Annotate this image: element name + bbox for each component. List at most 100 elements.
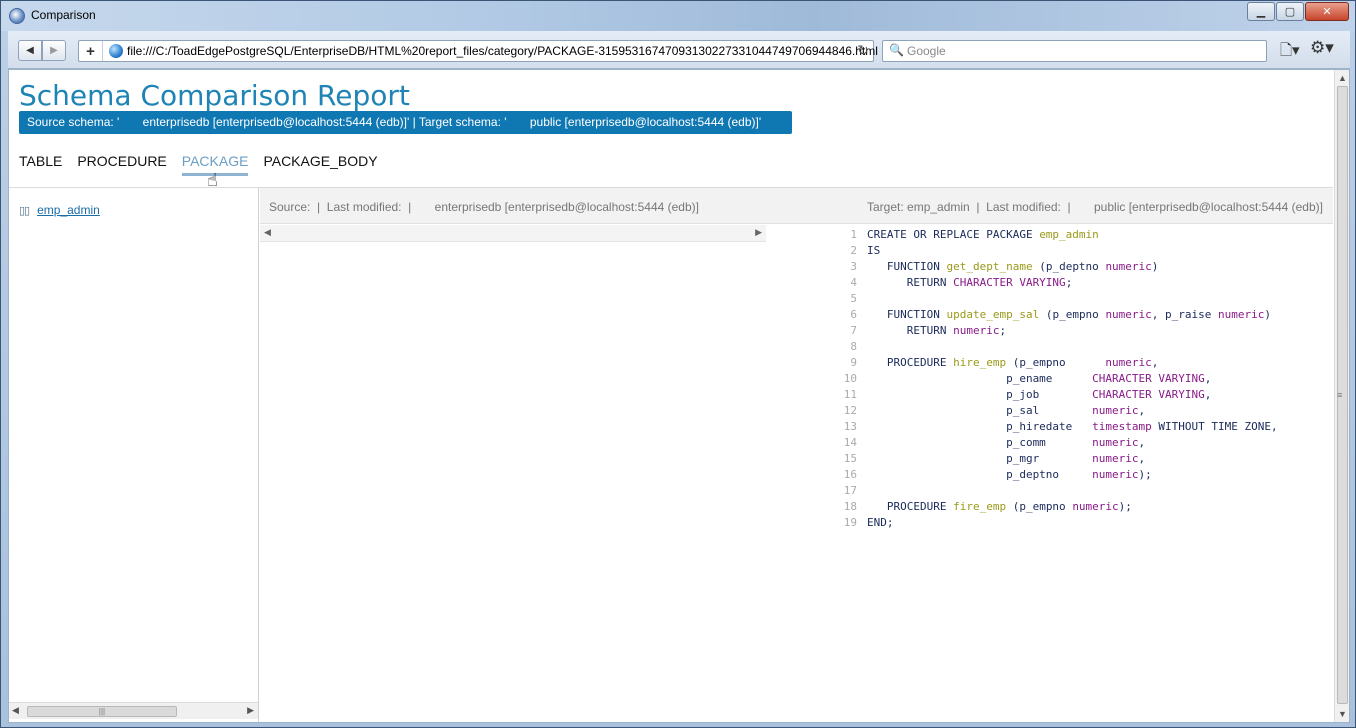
line-number: 14 [843,436,857,449]
code-line: 15 p_mgr numeric, [842,451,1332,467]
line-number: 8 [850,340,857,353]
line-number: 2 [850,244,857,257]
target-code-view: 1 CREATE OR REPLACE PACKAGE emp_admin 2 IS 3… [842,227,1332,531]
line-number: 1 [850,228,857,241]
line-number: 9 [850,356,857,369]
line-number: 13 [843,420,857,433]
url-text[interactable]: file:///C:/ToadEdgePostgreSQL/Enterprise… [127,44,878,58]
code-line: 8 [842,339,1332,355]
globe-icon [109,44,123,58]
line-number: 7 [850,324,857,337]
code-text: PROCEDURE fire_emp (p_empno numeric); [867,500,1132,513]
code-line: 12 p_sal numeric, [842,403,1332,419]
code-line: 4 RETURN CHARACTER VARYING; [842,275,1332,291]
tab-procedure[interactable]: PROCEDURE [77,153,166,176]
code-line: 14 p_comm numeric, [842,435,1332,451]
code-text: RETURN numeric; [867,324,1007,337]
code-line: 17 [842,483,1332,499]
line-number: 3 [850,260,857,273]
line-number: 10 [843,372,857,385]
browser-window: Comparison ▁ ▢ ✕ ◀ ▶ + file:///C:/ToadEd… [0,0,1356,728]
code-text: p_hiredate timestamp WITHOUT TIME ZONE, [867,420,1278,433]
code-line: 5 [842,291,1332,307]
search-bar[interactable]: 🔍 [882,40,1267,62]
code-line: 6 FUNCTION update_emp_sal (p_empno numer… [842,307,1332,323]
tree-item-label[interactable]: emp_admin [37,203,100,217]
code-line: 1 CREATE OR REPLACE PACKAGE emp_admin [842,227,1332,243]
forward-button[interactable]: ▶ [42,40,66,61]
scroll-down-icon[interactable]: ▼ [1338,709,1347,719]
search-icon: 🔍 [889,43,904,57]
object-tree-panel: ▯▯ emp_admin ◀ ||| ▶ [9,188,259,722]
comparison-header: Source: | Last modified: | enterprisedb … [260,188,1333,224]
code-text: p_comm numeric, [867,436,1146,449]
page-vertical-scrollbar[interactable]: ▲ ≡ ▼ [1334,70,1349,722]
maximize-button[interactable]: ▢ [1276,2,1304,21]
code-line: 3 FUNCTION get_dept_name (p_deptno numer… [842,259,1332,275]
schema-banner: Source schema: ' enterprisedb [enterpris… [19,111,792,134]
code-text: p_sal numeric, [867,404,1146,417]
category-tabs: TABLE PROCEDURE PACKAGE PACKAGE_BODY [19,153,393,176]
code-line: 11 p_job CHARACTER VARYING, [842,387,1332,403]
code-text: FUNCTION get_dept_name (p_deptno numeric… [867,260,1159,273]
new-tab-button[interactable]: + [79,41,103,61]
code-text: p_deptno numeric); [867,468,1152,481]
scroll-right-icon[interactable]: ▶ [247,705,254,716]
code-line: 10 p_ename CHARACTER VARYING, [842,371,1332,387]
search-input[interactable] [907,43,1257,59]
code-line: 16 p_deptno numeric); [842,467,1332,483]
window-controls: ▁ ▢ ✕ [1246,2,1349,21]
back-button[interactable]: ◀ [18,40,42,61]
window-title: Comparison [31,8,96,22]
scrollbar-grip-icon: ≡ [1337,390,1343,400]
tools-menu-icon[interactable]: ⚙▾ [1310,38,1334,58]
code-line: 7 RETURN numeric; [842,323,1332,339]
code-text: IS [867,244,881,257]
scroll-up-icon[interactable]: ▲ [1338,73,1347,83]
line-number: 18 [843,500,857,513]
scroll-left-icon[interactable]: ◀ [12,705,19,716]
code-text: p_job CHARACTER VARYING, [867,388,1212,401]
tree-item[interactable]: ▯▯ emp_admin [19,203,100,217]
code-text: FUNCTION update_emp_sal (p_empno numeric… [867,308,1272,321]
tab-table[interactable]: TABLE [19,153,62,176]
address-bar[interactable]: + file:///C:/ToadEdgePostgreSQL/Enterpri… [78,40,878,62]
line-number: 17 [843,484,857,497]
line-number: 4 [850,276,857,289]
scroll-right-icon[interactable]: ▶ [755,227,762,238]
line-number: 19 [843,516,857,529]
minimize-button[interactable]: ▁ [1247,2,1275,21]
line-number: 12 [843,404,857,417]
line-number: 15 [843,452,857,465]
target-header: Target: emp_admin | Last modified: | pub… [867,200,1323,214]
code-line: 18 PROCEDURE fire_emp (p_empno numeric); [842,499,1332,515]
reload-icon[interactable]: ↻ [857,42,869,59]
scrollbar-thumb[interactable]: ||| [27,706,177,717]
code-text: p_ename CHARACTER VARYING, [867,372,1212,385]
code-line: 9 PROCEDURE hire_emp (p_empno numeric, [842,355,1332,371]
code-line: 13 p_hiredate timestamp WITHOUT TIME ZON… [842,419,1332,435]
tree-horizontal-scrollbar[interactable]: ◀ ||| ▶ [9,702,258,719]
code-text: CREATE OR REPLACE PACKAGE emp_admin [867,228,1099,241]
source-header: Source: | Last modified: | enterprisedb … [269,200,699,214]
package-icon: ▯▯ [19,204,30,217]
code-text: PROCEDURE hire_emp (p_empno numeric, [867,356,1159,369]
code-text: END; [867,516,894,529]
scroll-left-icon[interactable]: ◀ [264,227,271,238]
source-horizontal-scrollbar[interactable]: ◀ ▶ [260,225,766,242]
title-bar[interactable]: Comparison ▁ ▢ ✕ [1,1,1355,31]
line-number: 16 [843,468,857,481]
code-text: p_mgr numeric, [867,452,1146,465]
line-number: 6 [850,308,857,321]
browser-logo-icon [9,8,25,24]
close-button[interactable]: ✕ [1305,2,1349,21]
tab-package-body[interactable]: PACKAGE_BODY [263,153,377,176]
navigation-toolbar: ◀ ▶ + file:///C:/ToadEdgePostgreSQL/Ente… [8,31,1350,69]
line-number: 5 [850,292,857,305]
code-line: 19 END; [842,515,1332,531]
line-number: 11 [843,388,857,401]
code-text: RETURN CHARACTER VARYING; [867,276,1073,289]
code-line: 2 IS [842,243,1332,259]
page-title: Schema Comparison Report [19,79,410,112]
page-menu-icon[interactable]: 🗋▾ [1280,40,1300,65]
